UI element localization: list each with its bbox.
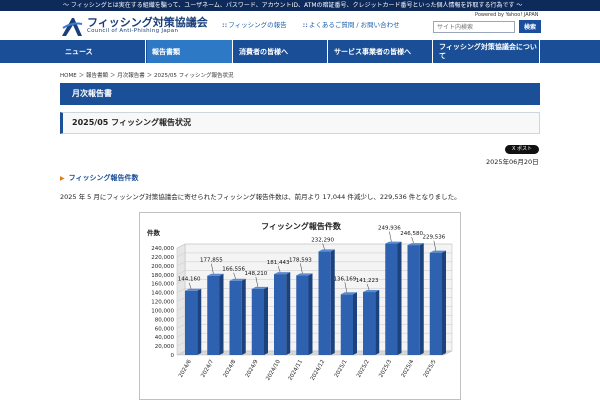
y-tick-label: 0 [171,353,175,359]
header-link-faq[interactable]: ::よくあるご質問 / お問い合わせ [303,21,400,29]
chart-container: フィッシング報告件数件数 0 20,000 40,000 60,000 80,000 100… [139,212,461,400]
search-input[interactable] [433,21,515,33]
data-label: 229,536 [423,235,446,241]
nav-reports[interactable]: 報告書類 [147,40,233,63]
bar [407,245,420,355]
logo-icon[interactable] [60,16,84,38]
y-axis-title: 件数 [147,228,161,237]
breadcrumb-monthly[interactable]: 月次報告書 [117,73,145,79]
y-tick-label: 120,000 [151,300,174,306]
bar [296,275,309,355]
data-label: 249,936 [378,226,401,232]
y-tick-label: 20,000 [155,344,175,350]
data-label: 141,223 [356,278,379,284]
x-tick-label: 2025/1 [334,359,349,379]
grid-icon: :: [222,21,228,29]
x-tick-label: 2024/9 [245,359,260,379]
data-label: 178,593 [289,257,312,263]
y-tick-label: 200,000 [151,264,174,270]
y-tick-label: 220,000 [151,255,174,261]
x-tick-label: 2024/12 [310,359,327,382]
bar [185,290,198,355]
bar [340,294,353,355]
bar [207,275,220,355]
site-subtitle: Council of Anti-Phishing Japan [87,28,179,34]
data-label: 166,556 [222,267,245,273]
data-label: 232,290 [311,237,334,243]
bar-side [330,249,335,355]
x-tick-label: 2024/8 [222,359,237,379]
data-label: 181,443 [267,260,290,266]
bar [318,251,331,355]
nav-businesses[interactable]: サービス事業者の皆様へ [329,40,433,63]
breadcrumb-reports[interactable]: 報告書類 [86,73,108,79]
data-label: 177,855 [200,258,223,264]
data-label: 144,160 [178,277,201,283]
triangle-bullet-icon: ▶ [60,175,65,182]
nav-news[interactable]: ニュース [60,40,146,63]
publish-date: 2025年06月20日 [486,158,539,166]
y-tick-label: 140,000 [151,291,174,297]
bar [429,252,442,355]
chart-title: フィッシング報告件数 [261,221,342,231]
bar-side [352,292,357,355]
summary-paragraph: 2025 年 5 月にフィッシング対策協議会に寄せられたフィッシング報告件数は、… [60,193,461,201]
y-tick-label: 180,000 [151,273,174,279]
x-tick-label: 2024/11 [287,359,304,382]
bar-side [263,286,268,355]
bar [274,274,287,355]
y-tick-label: 60,000 [155,326,175,332]
x-post-button[interactable]: X ポスト [505,145,539,154]
bar-side [286,272,291,355]
bar-side [308,273,313,355]
data-label-leader [389,231,392,242]
data-label: 246,580 [400,231,423,237]
bar-side [241,278,246,355]
bar-side [375,290,380,355]
bar [363,292,376,355]
breadcrumb: HOME ＞ 報告書類＞ 月次報告書＞ 2025/05 フィッシング報告状況 [60,73,234,79]
data-label: 136,169 [334,276,357,282]
tagline-bar: ～ フィッシングとは実在する組織を騙って、ユーザネーム、パスワード、アカウントI… [0,0,600,11]
bar [251,288,264,355]
data-label: 148,210 [245,271,268,277]
grid-icon: :: [302,21,308,29]
y-tick-label: 100,000 [151,308,174,314]
header-link-report[interactable]: ::フィッシングの報告 [222,21,287,29]
bar-side [397,241,402,355]
data-label-leader [411,236,414,244]
bar-side [441,250,446,355]
nav-consumers[interactable]: 消費者の皆様へ [234,40,328,63]
y-tick-label: 40,000 [155,335,175,341]
x-tick-label: 2025/3 [378,359,393,379]
y-tick-label: 160,000 [151,282,174,288]
header-links: ::フィッシングの報告 ::よくあるご質問 / お問い合わせ [222,19,414,29]
powered-by: Powered by Yahoo! JAPAN [475,12,539,18]
main-nav: ニュース 報告書類 消費者の皆様へ サービス事業者の皆様へ フィッシング対策協議… [0,40,600,63]
x-tick-label: 2025/5 [423,359,438,379]
x-tick-label: 2025/4 [400,359,415,379]
breadcrumb-current: 2025/05 フィッシング報告状況 [153,73,234,79]
bar-side [197,288,202,355]
bar-side [419,243,424,355]
y-tick-label: 80,000 [155,317,175,323]
section-heading: ▶ フィッシング報告件数 [60,174,139,182]
bar [385,243,398,355]
page-title: 月次報告書 [60,83,540,105]
bar [229,280,242,355]
breadcrumb-home[interactable]: HOME [60,73,77,79]
y-tick-label: 240,000 [151,246,174,252]
x-tick-label: 2025/2 [356,359,371,379]
x-tick-label: 2024/10 [265,359,282,382]
x-tick-label: 2024/7 [200,359,215,379]
article-title: 2025/05 フィッシング報告状況 [60,112,540,134]
x-tick-label: 2024/6 [178,359,193,379]
search-button[interactable]: 検索 [519,20,541,33]
nav-about[interactable]: フィッシング対策協議会について [434,40,540,63]
bar-chart: フィッシング報告件数件数 0 20,000 40,000 60,000 80,000 100… [147,221,453,382]
bar-side [219,273,224,355]
